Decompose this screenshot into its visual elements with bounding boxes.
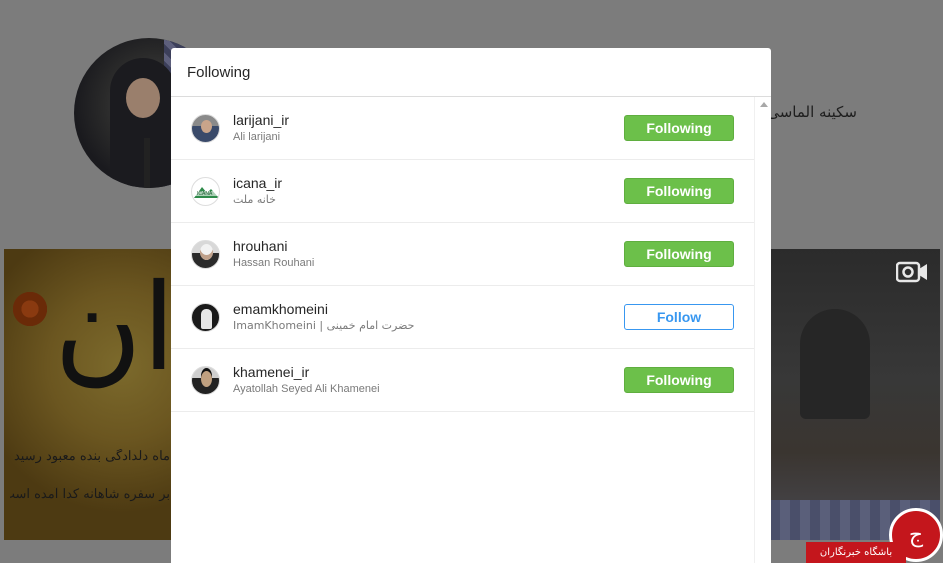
following-button[interactable]: Following: [624, 367, 734, 393]
avatar-face: [126, 78, 160, 118]
flower-decoration: [10, 289, 50, 329]
post-thumbnail-video: [770, 249, 940, 540]
video-camera-icon: [896, 261, 927, 283]
list-item[interactable]: khamenei_ir Ayatollah Seyed Ali Khamenei…: [171, 349, 754, 412]
following-button[interactable]: Following: [624, 115, 734, 141]
username[interactable]: emamkhomeini: [233, 301, 414, 318]
list-item[interactable]: emamkhomeini حضرت امام خمینی | ImamKhome…: [171, 286, 754, 349]
calligraphy-glyphs: ان: [54, 259, 172, 398]
username[interactable]: khamenei_ir: [233, 364, 380, 381]
verse-line-1: ماه دلدادگی بنده معبود رسید: [13, 449, 170, 464]
svg-text:ICANA: ICANA: [197, 191, 213, 197]
scrollbar[interactable]: [754, 97, 771, 563]
following-list: larijani_ir Ali larijani Following ICANA…: [171, 97, 754, 563]
watermark-text: باشگاه خبرنگاران: [806, 542, 906, 563]
modal-title: Following: [187, 63, 251, 81]
username[interactable]: icana_ir: [233, 175, 282, 192]
full-name: خانه ملت: [233, 193, 276, 206]
video-figure: [800, 309, 870, 419]
khamenei-avatar[interactable]: [191, 365, 220, 395]
scroll-up-arrow-icon[interactable]: [760, 102, 768, 107]
larijani-avatar[interactable]: [191, 113, 220, 143]
list-item[interactable]: hrouhani Hassan Rouhani Following: [171, 223, 754, 286]
post-thumbnail-calligraphy: ان ماه دلدادگی بنده معبود رسید بر سفره ش…: [4, 249, 172, 540]
username[interactable]: hrouhani: [233, 238, 314, 255]
modal-header: Following: [171, 48, 771, 97]
list-item[interactable]: ICANA icana_ir خانه ملت Following: [171, 160, 754, 223]
watermark-logo: ج باشگاه خبرنگاران: [806, 508, 943, 563]
hrouhani-avatar[interactable]: [191, 239, 220, 269]
following-modal: Following larijani_ir Ali larijani Follo…: [171, 48, 771, 563]
full-name: Ali larijani: [233, 131, 281, 143]
follow-button[interactable]: Follow: [624, 304, 734, 330]
following-button[interactable]: Following: [624, 241, 734, 267]
icana-logo-icon: ICANA: [194, 186, 219, 198]
list-item[interactable]: larijani_ir Ali larijani Following: [171, 97, 754, 160]
full-name: Hassan Rouhani: [233, 257, 315, 269]
verse-line-2: بر سفره شاهانه کدا آمده است: [10, 487, 170, 502]
full-name: Ayatollah Seyed Ali Khamenei: [233, 383, 380, 395]
full-name: حضرت امام خمینی | ImamKhomeini: [233, 319, 415, 332]
avatar-microphone: [144, 138, 150, 188]
icana-avatar[interactable]: ICANA: [191, 176, 220, 206]
username[interactable]: larijani_ir: [233, 112, 289, 129]
following-button[interactable]: Following: [624, 178, 734, 204]
emamkhomeini-avatar[interactable]: [191, 302, 220, 332]
